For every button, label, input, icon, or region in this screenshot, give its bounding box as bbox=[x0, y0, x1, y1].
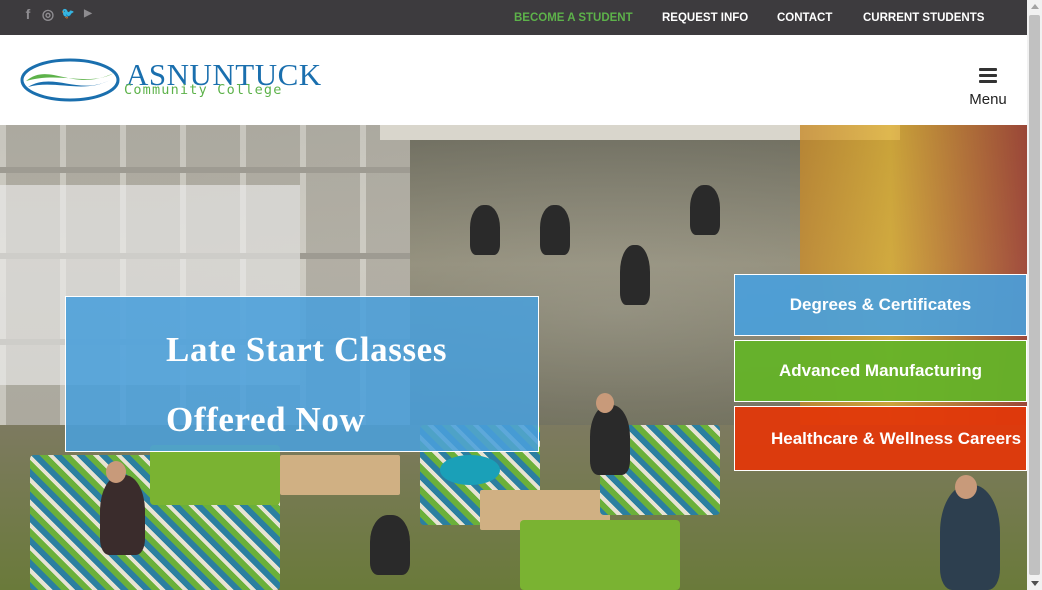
menu-label: Menu bbox=[969, 91, 1007, 108]
logo-subtitle: Community College bbox=[124, 82, 283, 98]
facebook-icon[interactable]: f bbox=[21, 6, 35, 22]
site-header: ASNUNTUCK Community College Menu bbox=[0, 35, 1027, 125]
request-info-link[interactable]: REQUEST INFO bbox=[662, 12, 748, 24]
degrees-certificates-button[interactable]: Degrees & Certificates bbox=[734, 274, 1027, 336]
scroll-thumb[interactable] bbox=[1029, 15, 1040, 575]
healthcare-wellness-careers-button[interactable]: Healthcare & Wellness Careers bbox=[734, 406, 1027, 471]
logo-swoosh-icon bbox=[20, 58, 120, 102]
top-utility-bar: f ◎ 🐦 ▶ BECOME A STUDENT REQUEST INFO CO… bbox=[0, 0, 1027, 35]
advanced-manufacturing-button[interactable]: Advanced Manufacturing bbox=[734, 340, 1027, 402]
current-students-link[interactable]: CURRENT STUDENTS bbox=[863, 12, 984, 24]
hamburger-icon bbox=[979, 68, 997, 83]
social-links: f ◎ 🐦 ▶ bbox=[21, 6, 95, 22]
contact-link[interactable]: CONTACT bbox=[777, 12, 832, 24]
youtube-icon[interactable]: ▶ bbox=[81, 6, 95, 22]
twitter-icon[interactable]: 🐦 bbox=[61, 6, 75, 22]
become-a-student-link[interactable]: BECOME A STUDENT bbox=[514, 12, 633, 24]
vertical-scrollbar[interactable] bbox=[1027, 0, 1042, 590]
instagram-icon[interactable]: ◎ bbox=[41, 6, 55, 22]
promo-banner[interactable]: Late Start Classes Offered Now bbox=[65, 296, 539, 452]
scroll-down-arrow-icon[interactable] bbox=[1031, 581, 1039, 586]
promo-headline-line2: Offered Now bbox=[166, 400, 366, 439]
menu-button[interactable]: Menu bbox=[964, 68, 1012, 108]
scroll-up-arrow-icon[interactable] bbox=[1031, 4, 1039, 9]
promo-headline-line1: Late Start Classes bbox=[166, 330, 448, 369]
